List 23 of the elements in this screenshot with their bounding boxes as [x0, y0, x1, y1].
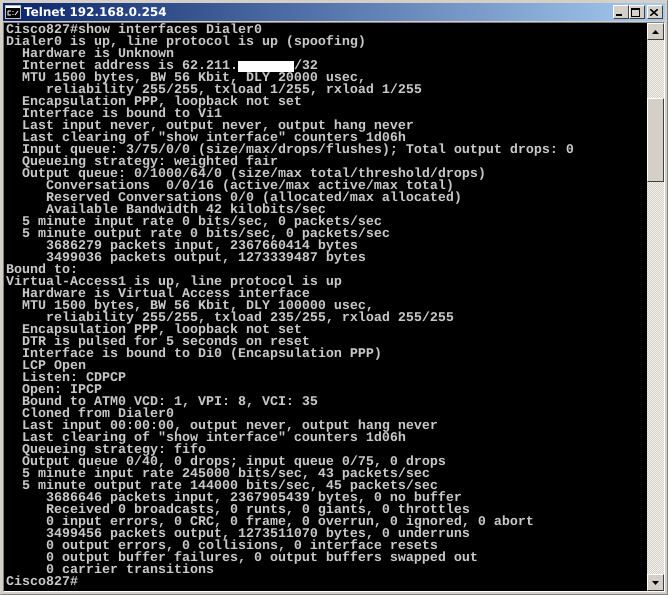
- console-line: Listen: CDPCP: [20, 373, 126, 385]
- close-icon: [650, 8, 658, 16]
- redaction-block: [238, 61, 294, 72]
- down-arrow-icon: [652, 580, 659, 584]
- console-line: 3686279 packets input, 2367660414 bytes: [44, 241, 358, 253]
- console-text: /32: [294, 61, 318, 73]
- scrollbar-thumb[interactable]: [647, 98, 664, 182]
- scrollbar[interactable]: [647, 23, 664, 591]
- maximize-icon: [631, 8, 640, 16]
- console-line: 0 carrier transitions: [46, 565, 214, 577]
- console-line: Interface is bound to Di0 (Encapsulation PPP): [20, 349, 382, 361]
- scroll-up-button[interactable]: [647, 23, 664, 40]
- console-icon: [5, 5, 21, 19]
- console-line: 0 input errors, 0 CRC, 0 frame, 0 overrun, 0 ignored, 0 abort: [44, 517, 534, 529]
- maximize-button[interactable]: [629, 5, 645, 19]
- console-line: Cisco827#: [6, 577, 78, 589]
- console-line: Encapsulation PPP, loopback not set: [20, 325, 302, 337]
- minimize-button[interactable]: [613, 5, 629, 19]
- close-button[interactable]: [647, 5, 663, 19]
- scroll-down-button[interactable]: [647, 574, 664, 591]
- up-arrow-icon: [652, 30, 659, 34]
- console-line: 3499036 packets output, 1273339487 bytes: [45, 253, 366, 265]
- window-title: Telnet 192.168.0.254: [24, 5, 168, 19]
